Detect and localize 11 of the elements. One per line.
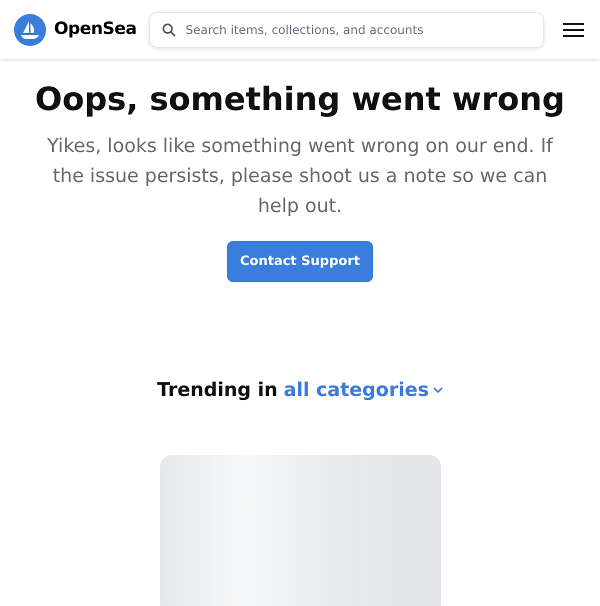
chevron-down-icon bbox=[432, 386, 443, 394]
search-field[interactable]: Search items, collections, and accounts bbox=[148, 12, 544, 48]
error-title: Oops, something went wrong bbox=[35, 79, 565, 119]
category-dropdown[interactable]: all categories bbox=[284, 376, 443, 404]
error-message: Yikes, looks like something went wrong on our end. If the issue persists, please shoot us a note so we can help out. bbox=[46, 134, 554, 219]
brand-name[interactable]: OpenSea bbox=[54, 16, 137, 42]
trending-label: Trending in bbox=[157, 378, 278, 403]
sailboat-logo-icon[interactable] bbox=[14, 14, 46, 46]
contact-support-button[interactable]: Contact Support bbox=[227, 241, 373, 282]
menu-icon[interactable] bbox=[563, 22, 584, 38]
search-icon bbox=[160, 22, 177, 38]
